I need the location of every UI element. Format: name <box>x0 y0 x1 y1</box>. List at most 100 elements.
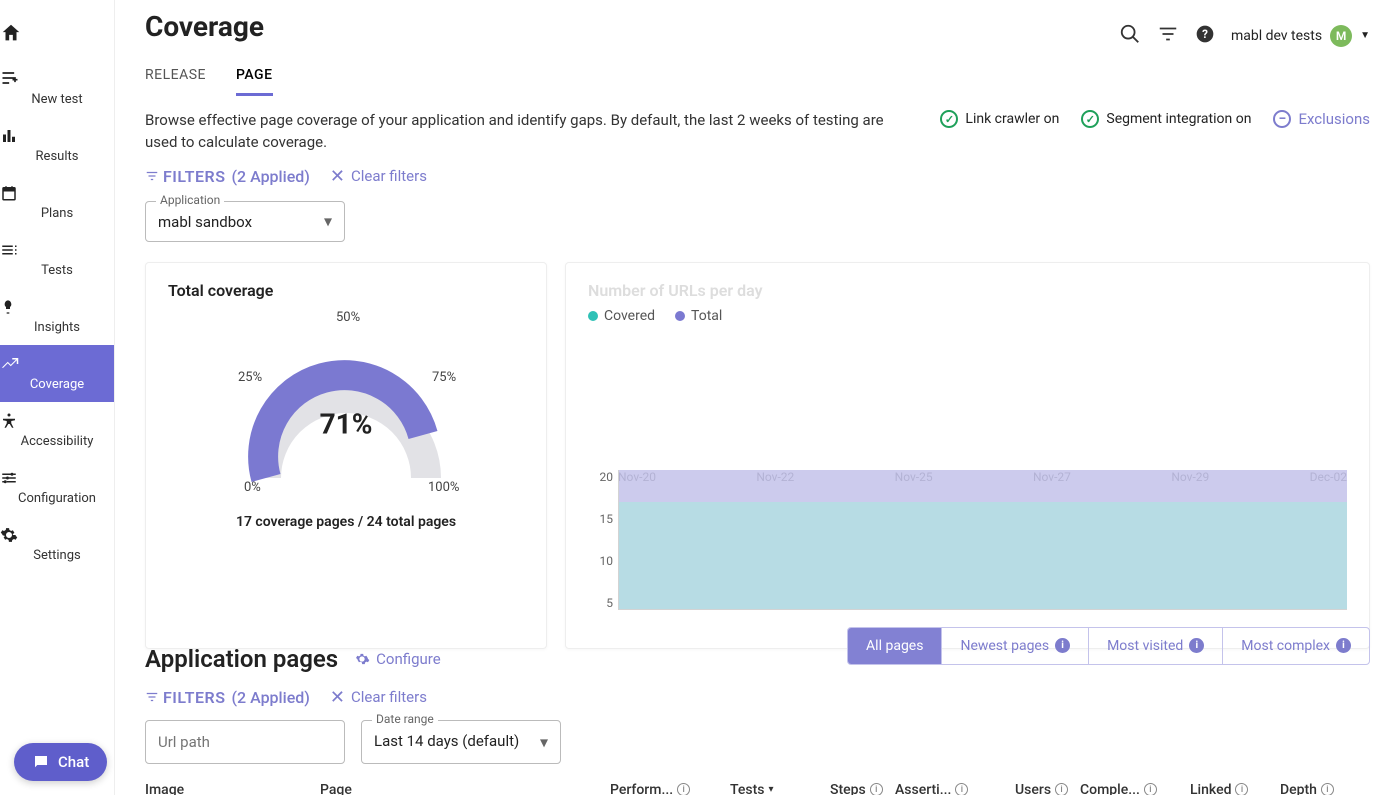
workspace-name: mabl dev tests <box>1231 28 1322 44</box>
sidebar-item-home[interactable] <box>0 12 114 58</box>
segment-most-visited[interactable]: Most visitedi <box>1088 628 1222 664</box>
urls-area-chart: 20 15 10 5 Nov-20 Nov-22 Nov-25 Nov-27 N… <box>618 470 1347 630</box>
select-value: mabl sandbox <box>158 213 252 231</box>
application-select[interactable]: Application mabl sandbox ▾ <box>145 201 345 242</box>
sidebar-label: Coverage <box>30 377 84 392</box>
filters-button[interactable]: FILTERS <box>145 167 225 186</box>
col-performance[interactable]: Perform...i <box>610 782 730 795</box>
coverage-toggles: Link crawler on Segment integration on −… <box>940 110 1370 128</box>
main-content: Coverage ? mabl dev tests M ▼ RELEASE PA… <box>115 0 1400 795</box>
sidebar-item-new-test[interactable]: New test <box>0 58 114 117</box>
sidebar-item-accessibility[interactable]: Accessibility <box>0 402 114 459</box>
sidebar-item-insights[interactable]: Insights <box>0 288 114 345</box>
segment-integration-toggle[interactable]: Segment integration on <box>1081 110 1251 128</box>
legend-dot-icon <box>675 311 685 321</box>
sidebar-item-coverage[interactable]: Coverage <box>0 345 114 402</box>
avatar: M <box>1330 25 1352 47</box>
sidebar-item-tests[interactable]: Tests <box>0 231 114 288</box>
col-tests[interactable]: Tests▾ <box>730 782 830 795</box>
plans-icon <box>0 184 114 202</box>
sidebar-label: Plans <box>41 206 73 221</box>
application-pages-heading: Application pages Configure <box>145 645 441 673</box>
configure-button[interactable]: Configure <box>354 650 441 668</box>
sidebar-item-plans[interactable]: Plans <box>0 174 114 231</box>
chevron-down-icon: ▾ <box>540 732 548 751</box>
new-test-icon <box>0 68 114 88</box>
filter-icon[interactable] <box>1157 23 1179 49</box>
filters-count-2: (2 Applied) <box>231 688 309 707</box>
link-crawler-toggle[interactable]: Link crawler on <box>940 110 1059 128</box>
info-icon: i <box>870 783 883 795</box>
col-depth[interactable]: Depthi <box>1280 782 1355 795</box>
sidebar-label: Insights <box>34 320 80 335</box>
accessibility-icon <box>0 412 114 430</box>
col-image[interactable]: Image <box>145 782 320 795</box>
url-path-input[interactable] <box>145 720 345 764</box>
select-label: Application <box>156 193 224 207</box>
col-assertions[interactable]: Asserti...i <box>895 782 1015 795</box>
coverage-icon <box>0 355 114 373</box>
search-icon[interactable] <box>1119 23 1141 49</box>
sidebar-item-settings[interactable]: Settings <box>0 516 114 573</box>
tests-icon <box>0 241 114 259</box>
urls-per-day-card: Number of URLs per day Covered Total 20 … <box>565 262 1370 649</box>
col-linked[interactable]: Linkedi <box>1190 782 1280 795</box>
tab-page[interactable]: PAGE <box>236 61 273 96</box>
info-icon: i <box>1189 638 1204 653</box>
info-icon: i <box>1055 638 1070 653</box>
date-range-select[interactable]: Date range Last 14 days (default) ▾ <box>361 720 561 764</box>
exclusions-link[interactable]: − Exclusions <box>1273 110 1370 128</box>
home-icon <box>0 22 114 44</box>
filters-count: (2 Applied) <box>231 167 309 186</box>
chat-button[interactable]: Chat <box>14 743 107 781</box>
sidebar-label: Settings <box>33 548 80 563</box>
segment-newest-pages[interactable]: Newest pagesi <box>941 628 1088 664</box>
segment-all-pages[interactable]: All pages <box>848 628 941 664</box>
workspace-switcher[interactable]: mabl dev tests M ▼ <box>1231 25 1370 47</box>
total-coverage-card: Total coverage 50% 25% 75% 0% 100% 71% 1… <box>145 262 547 649</box>
help-icon[interactable]: ? <box>1195 24 1215 48</box>
tabs: RELEASE PAGE <box>145 61 1370 96</box>
info-icon: i <box>1321 783 1334 795</box>
segment-most-complex[interactable]: Most complexi <box>1222 628 1369 664</box>
tab-release[interactable]: RELEASE <box>145 61 206 96</box>
page-filter-segments: All pages Newest pagesi Most visitedi Mo… <box>847 627 1370 665</box>
check-circle-icon <box>1081 110 1099 128</box>
clear-filters-button[interactable]: ✕ Clear filters <box>330 166 427 187</box>
info-icon: i <box>1144 783 1157 795</box>
page-description: Browse effective page coverage of your a… <box>145 110 905 154</box>
configuration-icon <box>0 469 114 487</box>
sidebar-label: Configuration <box>18 491 96 506</box>
sidebar: New test Results Plans Tests Insights Co… <box>0 0 115 795</box>
col-users[interactable]: Usersi <box>1015 782 1080 795</box>
check-circle-icon <box>940 110 958 128</box>
page-title: Coverage <box>145 10 264 43</box>
gauge-caption: 17 coverage pages / 24 total pages <box>168 514 524 530</box>
col-steps[interactable]: Stepsi <box>830 782 895 795</box>
filters-button-2[interactable]: FILTERS <box>145 688 225 707</box>
svg-text:?: ? <box>1202 27 1208 41</box>
chart-legend: Covered Total <box>588 308 1347 324</box>
settings-icon <box>0 526 114 544</box>
header-actions: ? mabl dev tests M ▼ <box>1119 23 1370 49</box>
col-complexity[interactable]: Comple...i <box>1080 782 1190 795</box>
sidebar-label: Tests <box>41 263 73 278</box>
close-icon: ✕ <box>330 687 345 708</box>
info-icon: i <box>1336 638 1351 653</box>
legend-covered: Covered <box>588 308 655 324</box>
info-icon: i <box>1235 783 1248 795</box>
info-icon: i <box>955 783 968 795</box>
sidebar-item-configuration[interactable]: Configuration <box>0 459 114 516</box>
sidebar-label: Accessibility <box>21 434 94 449</box>
sidebar-label: New test <box>31 92 82 107</box>
sidebar-item-results[interactable]: Results <box>0 117 114 174</box>
col-page[interactable]: Page <box>320 782 610 795</box>
legend-dot-icon <box>588 311 598 321</box>
info-icon: i <box>677 783 690 795</box>
coverage-gauge: 50% 25% 75% 0% 100% 71% <box>186 308 506 508</box>
clear-filters-button-2[interactable]: ✕ Clear filters <box>330 687 427 708</box>
info-icon: i <box>1055 783 1068 795</box>
sidebar-label: Results <box>36 149 79 164</box>
chevron-down-icon: ▾ <box>324 212 332 231</box>
card-title: Number of URLs per day <box>588 281 1347 300</box>
